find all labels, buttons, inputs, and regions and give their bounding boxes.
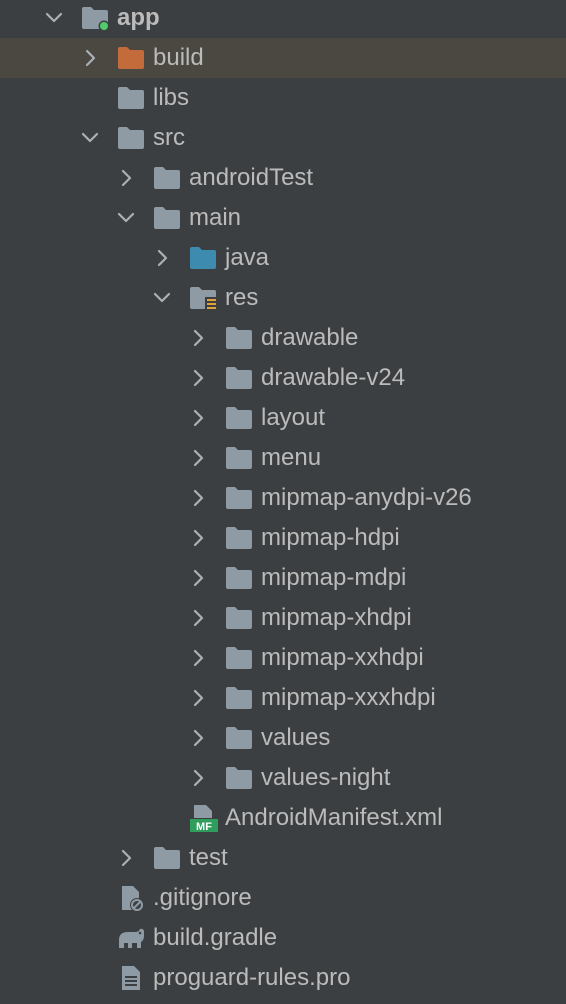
tree-row-androidmanifest-xml[interactable]: MF AndroidManifest.xml <box>0 798 566 838</box>
chevron-right-icon[interactable] <box>186 686 210 710</box>
folder-icon <box>224 724 254 752</box>
tree-item-label: app <box>117 4 160 31</box>
tree-row-libs[interactable]: libs <box>0 78 566 118</box>
tree-row-androidtest[interactable]: androidTest <box>0 158 566 198</box>
folder-icon <box>152 204 182 232</box>
folder-icon <box>224 444 254 472</box>
chevron-down-icon[interactable] <box>42 6 66 30</box>
text-file-icon <box>116 964 146 992</box>
svg-text:MF: MF <box>196 821 212 832</box>
chevron-right-icon[interactable] <box>186 646 210 670</box>
tree-row-drawable[interactable]: drawable <box>0 318 566 358</box>
chevron-right-icon[interactable] <box>186 606 210 630</box>
tree-row-menu[interactable]: menu <box>0 438 566 478</box>
chevron-right-icon[interactable] <box>186 566 210 590</box>
tree-item-label: mipmap-xhdpi <box>261 604 412 631</box>
tree-row-gitignore[interactable]: .gitignore <box>0 878 566 918</box>
tree-row-mipmap-anydpi-v26[interactable]: mipmap-anydpi-v26 <box>0 478 566 518</box>
tree-item-label: mipmap-hdpi <box>261 524 400 551</box>
chevron-right-icon[interactable] <box>114 166 138 190</box>
tree-item-label: libs <box>153 84 190 111</box>
folder-icon <box>224 684 254 712</box>
tree-row-mipmap-xxhdpi[interactable]: mipmap-xxhdpi <box>0 638 566 678</box>
tree-item-label: mipmap-mdpi <box>261 564 407 591</box>
folder-icon <box>224 364 254 392</box>
chevron-right-icon[interactable] <box>186 526 210 550</box>
folder-icon <box>116 84 146 112</box>
tree-row-java[interactable]: java <box>0 238 566 278</box>
tree-item-label: androidTest <box>189 164 314 191</box>
tree-item-label: .gitignore <box>153 884 252 911</box>
tree-item-label: values <box>261 724 331 751</box>
chevron-right-icon[interactable] <box>78 46 102 70</box>
folder-icon <box>224 764 254 792</box>
tree-item-label: java <box>225 244 270 271</box>
tree-row-mipmap-hdpi[interactable]: mipmap-hdpi <box>0 518 566 558</box>
tree-item-label: mipmap-xxhdpi <box>261 644 424 671</box>
tree-row-res[interactable]: res <box>0 278 566 318</box>
chevron-right-icon[interactable] <box>186 326 210 350</box>
folder-icon <box>224 524 254 552</box>
folder-icon <box>152 164 182 192</box>
tree-item-label: proguard-rules.pro <box>153 964 351 991</box>
tree-item-label: mipmap-xxxhdpi <box>261 684 436 711</box>
tree-item-label: drawable <box>261 324 359 351</box>
tree-item-label: AndroidManifest.xml <box>225 804 443 831</box>
tree-row-layout[interactable]: layout <box>0 398 566 438</box>
chevron-down-icon[interactable] <box>78 126 102 150</box>
ignored-file-icon <box>116 884 146 912</box>
folder-icon <box>224 564 254 592</box>
tree-item-label: main <box>189 204 242 231</box>
tree-row-proguard-rules-pro[interactable]: proguard-rules.pro <box>0 958 566 998</box>
module-folder-icon <box>80 4 110 32</box>
tree-item-label: drawable-v24 <box>261 364 406 391</box>
tree-row-test[interactable]: test <box>0 838 566 878</box>
tree-item-label: mipmap-anydpi-v26 <box>261 484 472 511</box>
tree-item-label: build <box>153 44 204 71</box>
tree-row-values[interactable]: values <box>0 718 566 758</box>
tree-item-label: values-night <box>261 764 391 791</box>
tree-row-app[interactable]: app <box>0 0 566 38</box>
tree-item-label: build.gradle <box>153 924 278 951</box>
folder-icon <box>224 644 254 672</box>
resources-folder-icon <box>188 284 218 312</box>
excluded-folder-icon <box>116 44 146 72</box>
folder-icon <box>152 844 182 872</box>
manifest-file-icon: MF <box>188 804 218 832</box>
tree-row-drawable-v24[interactable]: drawable-v24 <box>0 358 566 398</box>
chevron-right-icon[interactable] <box>186 366 210 390</box>
chevron-right-icon[interactable] <box>186 406 210 430</box>
chevron-right-icon[interactable] <box>114 846 138 870</box>
gradle-file-icon <box>116 924 146 952</box>
source-folder-icon <box>188 244 218 272</box>
chevron-right-icon[interactable] <box>186 446 210 470</box>
tree-row-mipmap-xhdpi[interactable]: mipmap-xhdpi <box>0 598 566 638</box>
tree-item-label: test <box>189 844 228 871</box>
tree-item-label: menu <box>261 444 322 471</box>
chevron-down-icon[interactable] <box>114 206 138 230</box>
tree-row-main[interactable]: main <box>0 198 566 238</box>
folder-icon <box>224 604 254 632</box>
tree-row-build-gradle[interactable]: build.gradle <box>0 918 566 958</box>
tree-item-label: res <box>225 284 259 311</box>
chevron-right-icon[interactable] <box>186 486 210 510</box>
tree-row-src[interactable]: src <box>0 118 566 158</box>
chevron-right-icon[interactable] <box>186 766 210 790</box>
tree-item-label: src <box>153 124 185 151</box>
chevron-right-icon[interactable] <box>186 726 210 750</box>
tree-row-mipmap-xxxhdpi[interactable]: mipmap-xxxhdpi <box>0 678 566 718</box>
tree-item-label: layout <box>261 404 326 431</box>
folder-icon <box>224 404 254 432</box>
folder-icon <box>224 324 254 352</box>
project-tree: app build libs src androidTest main java res dra… <box>0 0 566 1004</box>
chevron-right-icon[interactable] <box>150 246 174 270</box>
folder-icon <box>116 124 146 152</box>
folder-icon <box>224 484 254 512</box>
chevron-down-icon[interactable] <box>150 286 174 310</box>
tree-row-values-night[interactable]: values-night <box>0 758 566 798</box>
tree-row-build[interactable]: build <box>0 38 566 78</box>
tree-row-mipmap-mdpi[interactable]: mipmap-mdpi <box>0 558 566 598</box>
